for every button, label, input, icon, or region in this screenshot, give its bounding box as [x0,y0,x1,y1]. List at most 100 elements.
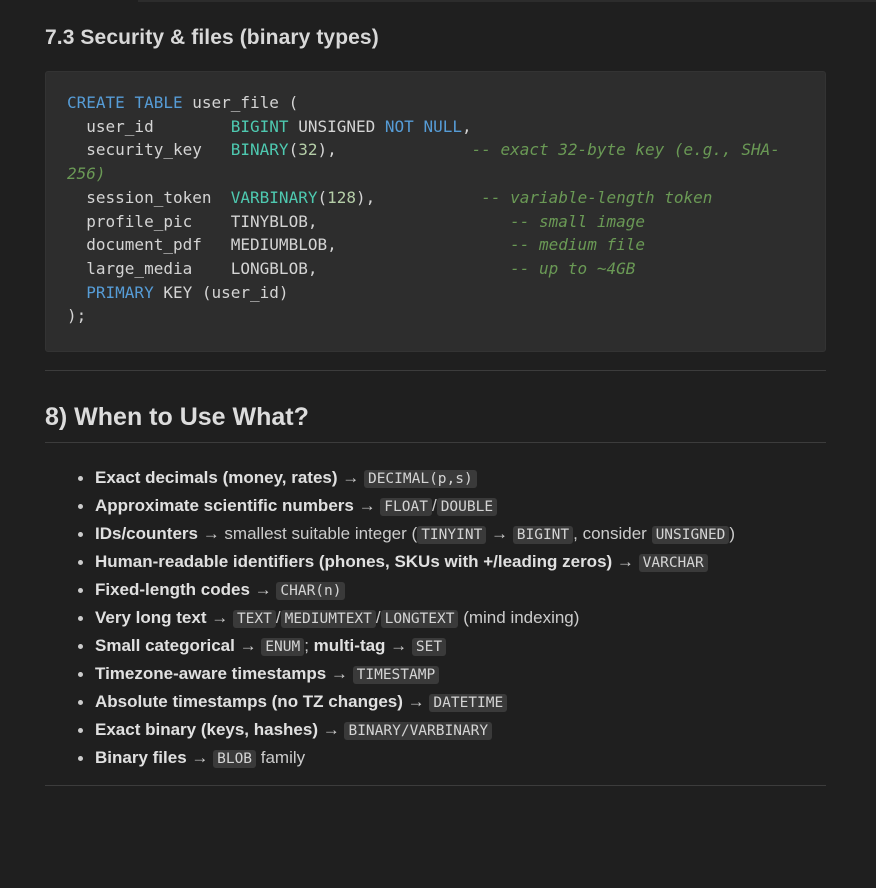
code-keyword: TABLE [134,93,183,112]
code-text: ), [317,140,472,160]
list-item: Timezone-aware timestamps → TIMESTAMP [78,660,835,688]
arrow-text: → [337,468,364,487]
inline-code: ENUM [261,638,305,656]
list-item: Absolute timestamps (no TZ changes) → DA… [78,688,835,716]
separator: / [431,496,437,515]
list-item: Fixed-length codes → CHAR(n) [78,576,835,604]
code-comment: -- variable-length token [481,187,713,207]
code-text: LONGBLOB, [230,258,511,278]
arrow-text: → [385,636,412,655]
inline-code: FLOAT [380,498,432,516]
code-column: profile_pic [67,211,231,231]
code-line-2: user_id BIGINT UNSIGNED NOT NULL, [67,116,472,136]
item-text: family [256,748,306,767]
item-label: Fixed-length codes [95,580,250,599]
code-type: BIGINT [230,116,289,136]
divider [45,785,826,786]
list-item: Human-readable identifiers (phones, SKUs… [78,548,835,576]
item-label: Exact binary (keys, hashes) [95,720,319,739]
list-item: Binary files → BLOB family [78,744,835,772]
code-keyword: NULL [423,116,462,136]
inline-code: BIGINT [512,526,574,544]
item-label: Timezone-aware timestamps [95,664,327,683]
item-label: Approximate scientific numbers [95,496,354,515]
code-line-3: security_key BINARY(32), -- exact 32-byt… [67,140,780,159]
arrow-text: → [249,580,277,599]
item-label: Absolute timestamps (no TZ changes) [95,692,403,711]
item-label: Exact decimals (money, rates) [95,468,338,487]
section-7-3-title: 7.3 Security & files (binary types) [45,26,379,49]
inline-code: TINYINT [417,526,487,544]
arrow-text: → [186,748,214,767]
inline-code: DATETIME [429,694,508,712]
code-text: UNSIGNED [288,116,385,136]
code-column: session_token [67,187,231,207]
code-text: KEY (user_id) [153,282,289,302]
code-column: security_key [67,140,231,160]
code-text: , [461,116,472,136]
arrow-text: → [612,552,639,571]
code-text: ( [288,140,299,160]
sql-code: CREATE TABLE user_file ( user_id BIGINT … [67,91,780,328]
item-text: ) [729,524,736,543]
sql-code-block: CREATE TABLE user_file ( user_id BIGINT … [45,71,826,352]
code-comment: 256) [67,164,106,184]
heading-underline [45,442,826,443]
code-keyword: PRIMARY [86,282,154,302]
code-line-6: profile_pic TINYBLOB, -- small image [67,212,645,231]
item-label: Binary files [95,748,187,767]
arrow-text: → [402,692,430,711]
arrow-text: → [326,664,353,683]
code-line-9: PRIMARY KEY (user_id) [67,282,289,302]
inline-code: UNSIGNED [651,526,730,544]
code-comment: -- up to ~4GB [510,258,636,278]
item-label: IDs/counters [95,524,198,543]
arrow-text: → [234,636,262,655]
arrow-text: → [318,720,345,739]
inline-code: DECIMAL(p,s) [363,470,477,488]
list-item: Exact binary (keys, hashes) → BINARY/VAR… [78,716,835,744]
inline-code: VARCHAR [638,554,708,572]
code-comment: -- medium file [510,235,645,255]
code-column: user_id [67,116,231,136]
code-line-10: ); [67,306,86,325]
item-text: → smallest suitable integer ( [197,524,418,543]
code-comment: -- exact 32-byte key (e.g., SHA- [471,140,780,160]
inline-code: TIMESTAMP [352,666,440,684]
code-text: TINYBLOB, [230,211,511,231]
code-number: 128 [327,187,357,207]
divider [45,370,826,371]
list-item: IDs/counters → smallest suitable integer… [78,520,835,548]
code-type: VARBINARY [230,187,318,207]
inline-code: DOUBLE [436,498,498,516]
usage-rules-list: Exact decimals (money, rates) → DECIMAL(… [45,464,835,772]
code-type: BINARY [230,140,289,160]
inline-code: SET [411,638,447,656]
inline-code: CHAR(n) [276,582,346,600]
section-8-heading: 8) When to Use What? [45,403,309,431]
list-item: Exact decimals (money, rates) → DECIMAL(… [78,464,835,492]
code-line-1: CREATE TABLE user_file ( [67,93,298,112]
item-text: , consider [573,524,652,543]
code-text: user_file ( [182,93,299,112]
code-text: ), [356,187,482,207]
arrow-text: → [486,524,513,543]
code-line-8: large_media LONGBLOB, -- up to ~4GB [67,259,635,278]
separator: / [375,608,381,627]
code-text: ( [317,187,328,207]
item-label: Human-readable identifiers (phones, SKUs… [95,552,613,571]
code-text: ); [67,306,87,326]
separator: / [275,608,281,627]
inline-code: MEDIUMTEXT [280,610,376,628]
code-column: large_media [67,258,231,278]
list-item: Very long text → TEXT / MEDIUMTEXT / LONGTEX… [78,604,835,632]
code-text: MEDIUMBLOB, [230,235,511,255]
inline-code: BLOB [213,750,257,768]
item-text: (mind indexing) [458,608,580,627]
code-number: 32 [298,140,318,160]
item-label: Very long text [95,608,207,627]
inline-code: TEXT [232,610,276,628]
code-line-5: session_token VARBINARY(128), -- variabl… [67,188,712,207]
code-keyword: NOT [384,116,414,136]
